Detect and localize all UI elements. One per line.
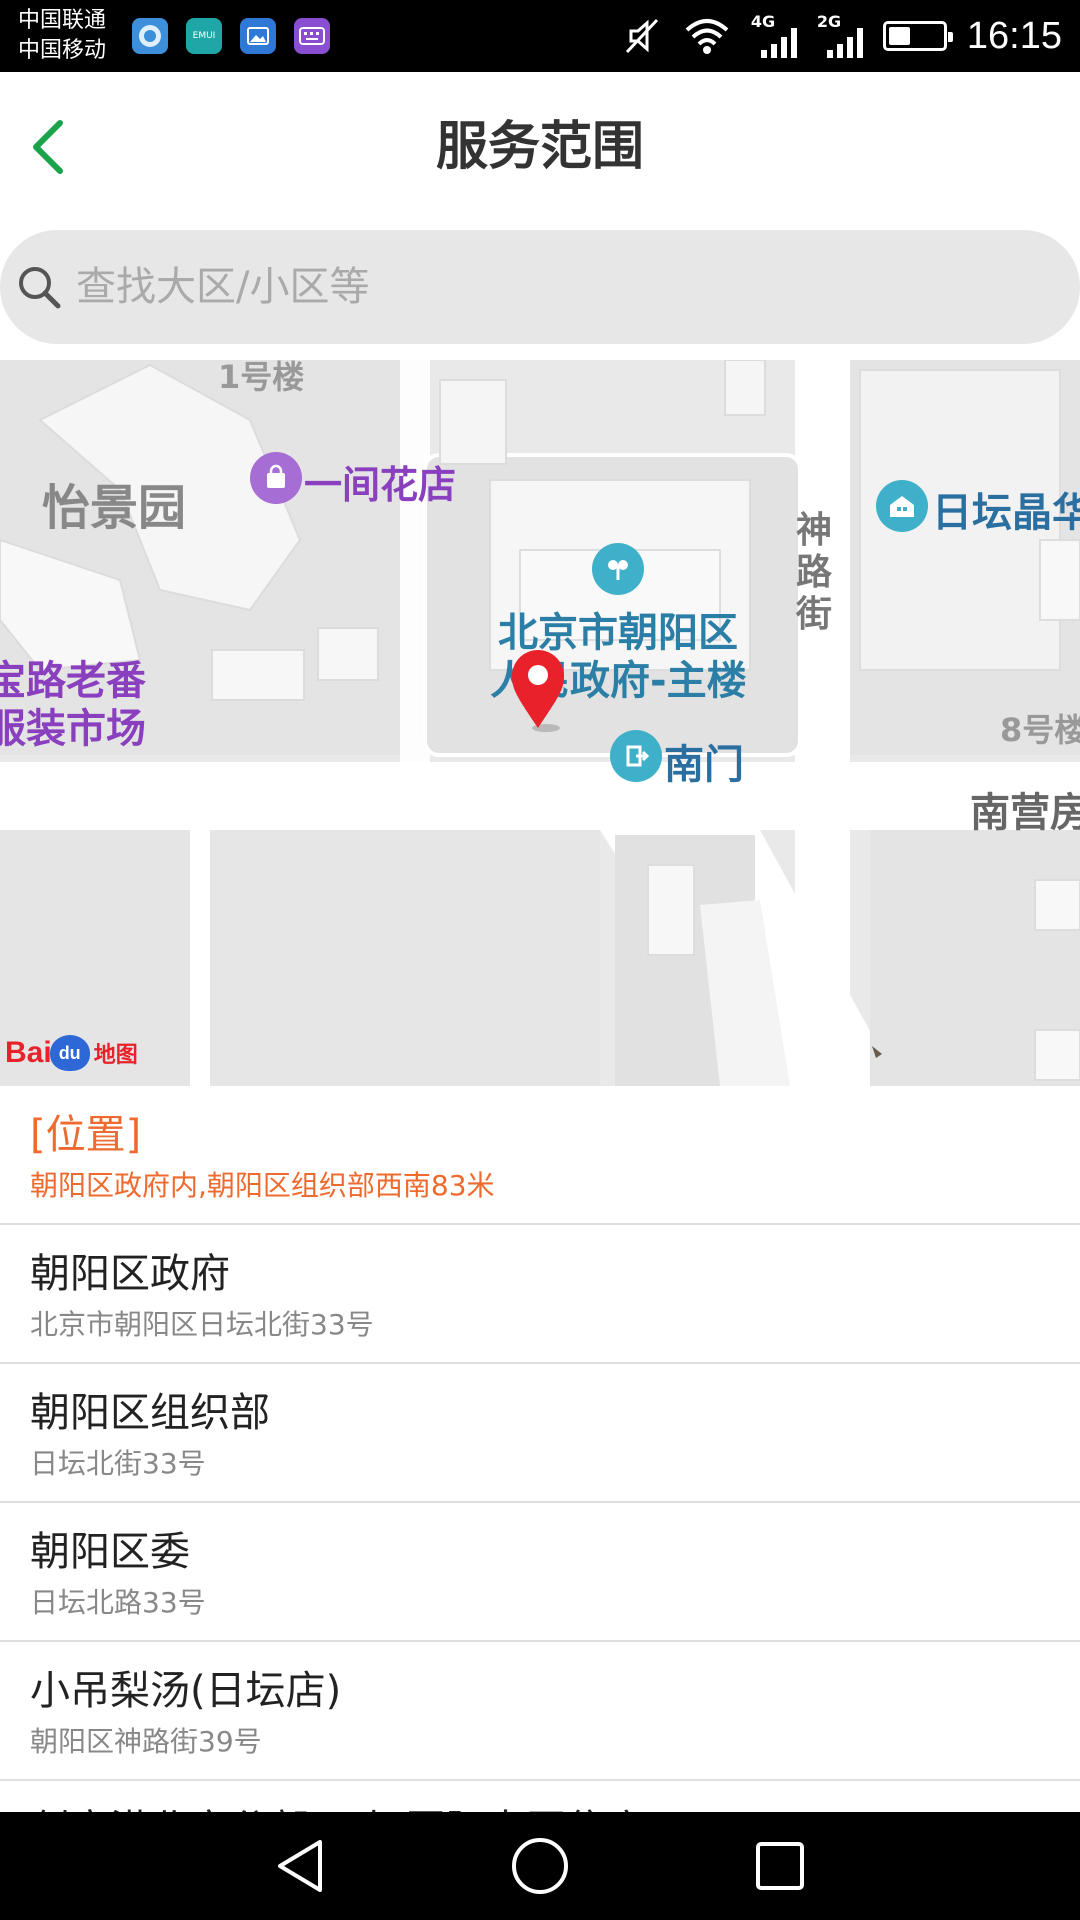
map-label-yijingyuan: 怡景园 <box>42 480 187 536</box>
mute-icon <box>625 18 659 54</box>
gallery-icon <box>240 18 276 54</box>
search-input[interactable] <box>76 264 976 310</box>
list-item-title: 朝阳区组织部 <box>30 1390 270 1436</box>
list-item-title: 朝阳区政府 <box>30 1251 230 1297</box>
navigation-bar <box>0 1812 1080 1920</box>
list-item-title: [位置] <box>30 1112 142 1158</box>
list-item[interactable]: 小吊梨汤(日坛店) 朝阳区神路街39号 <box>0 1642 1080 1781</box>
government-icon <box>592 543 644 595</box>
search-bar[interactable] <box>0 230 1080 344</box>
carrier-info: 中国联通 中国移动 <box>18 6 106 66</box>
list-item-title: 朝阳区委 <box>30 1529 190 1575</box>
battery-icon <box>882 21 953 51</box>
list-item[interactable]: 创意港北京分部(日坛国际中医住店) <box>0 1781 1080 1812</box>
list-item-subtitle: 日坛北路33号 <box>30 1586 206 1619</box>
signal-4g: 4G <box>750 12 797 58</box>
map-label-bldg-1: 1号楼 <box>218 360 305 396</box>
location-pin-icon[interactable] <box>510 648 572 734</box>
gate-icon <box>610 730 662 782</box>
map-label-nanyingfang: 南营房 <box>970 790 1080 836</box>
logo-du: du <box>58 1042 81 1063</box>
list-item-title: 创意港北京分部(日坛国际中医住店) <box>30 1803 1080 1812</box>
carrier-1: 中国联通 <box>18 8 107 33</box>
wifi-icon <box>685 19 729 54</box>
nav-recents-button[interactable] <box>745 1831 815 1901</box>
list-item-title: 小吊梨汤(日坛店) <box>30 1668 342 1714</box>
battery-level <box>888 27 910 45</box>
signal-bars-icon <box>826 28 863 58</box>
list-item-subtitle: 朝阳区神路街39号 <box>30 1725 262 1758</box>
baidu-map-logo: Bai du 地图 <box>5 1035 138 1071</box>
net-type-1: 4G <box>750 12 776 31</box>
circle-home-icon <box>512 1838 568 1894</box>
clock: 16:15 <box>966 14 1062 57</box>
list-item-subtitle: 北京市朝阳区日坛北街33号 <box>30 1308 374 1341</box>
keyboard-icon <box>294 18 330 54</box>
list-item[interactable]: 朝阳区组织部 日坛北街33号 <box>0 1364 1080 1503</box>
page-title: 服务范围 <box>435 117 644 177</box>
map-label-shenlu-street: 神路街 <box>796 510 833 635</box>
list-item-subtitle: 日坛北街33号 <box>30 1447 206 1480</box>
map-label-flower-shop[interactable]: 一间花店 <box>304 454 456 509</box>
search-icon <box>19 267 61 309</box>
signal-2g: 2G <box>816 12 863 58</box>
nav-back-button[interactable] <box>265 1831 335 1901</box>
direction-arrow-icon <box>872 1046 882 1058</box>
map-label-south-gate[interactable]: 南门 <box>664 732 744 790</box>
net-type-2: 2G <box>816 12 842 31</box>
map-view[interactable]: 1号楼 怡景园 一间花店 日坛晶华 神路街 北京市朝阳区 人民政府-主楼 南门 … <box>0 360 1080 1086</box>
emui-icon: EMUI <box>186 18 222 54</box>
list-item[interactable]: 朝阳区政府 北京市朝阳区日坛北街33号 <box>0 1225 1080 1364</box>
status-bar: 中国联通 中国移动 EMUI 4G 2G 16:15 <box>0 0 1080 72</box>
map-label-market-line2[interactable]: 服装市场 <box>0 696 146 754</box>
building-icon <box>876 480 928 532</box>
map-label-ritan-jinghua[interactable]: 日坛晶华 <box>932 480 1080 538</box>
status-indicators: 4G 2G 16:15 <box>623 0 1062 72</box>
browser-icon <box>132 18 168 54</box>
triangle-back-icon <box>278 1840 322 1892</box>
list-item[interactable]: 朝阳区委 日坛北路33号 <box>0 1503 1080 1642</box>
shopping-bag-icon <box>250 452 302 504</box>
logo-bai: Bai <box>5 1036 52 1069</box>
nav-home-button[interactable] <box>505 1831 575 1901</box>
emui-label: EMUI <box>192 31 216 41</box>
map-label-bldg-8: 8号楼 <box>1000 711 1080 749</box>
app-header: 服务范围 <box>0 72 1080 222</box>
square-recents-icon <box>756 1842 804 1890</box>
place-list: [位置] 朝阳区政府内,朝阳区组织部西南83米 朝阳区政府 北京市朝阳区日坛北街… <box>0 1086 1080 1812</box>
paw-icon: du <box>49 1035 90 1071</box>
logo-ditu: 地图 <box>93 1042 138 1067</box>
signal-bars-icon <box>760 28 797 58</box>
list-item-current-location[interactable]: [位置] 朝阳区政府内,朝阳区组织部西南83米 <box>0 1086 1080 1225</box>
list-item-subtitle: 朝阳区政府内,朝阳区组织部西南83米 <box>30 1169 495 1202</box>
carrier-2: 中国移动 <box>18 38 107 63</box>
notification-icons: EMUI <box>132 18 330 54</box>
